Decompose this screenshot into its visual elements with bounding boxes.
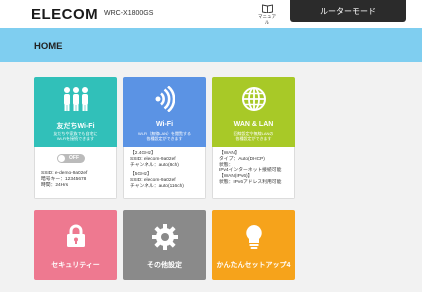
friends-wifi-details: OFF SSID: e-demo-9a02ef 暗号キー：12345678 時間… bbox=[34, 147, 117, 199]
wan-ipv6-state: 状態：IPv6アドレス利用可能 bbox=[219, 179, 282, 185]
page-header: HOME bbox=[0, 28, 422, 62]
friends-wifi-ssid: SSID: e-demo-9a02ef bbox=[41, 171, 88, 176]
people-icon bbox=[63, 87, 88, 111]
page-title: HOME bbox=[34, 41, 63, 52]
security-tile[interactable]: セキュリティー bbox=[34, 210, 117, 280]
model-name: WRC-X1800GS bbox=[104, 10, 154, 17]
wifi-title: Wi-Fi bbox=[155, 121, 174, 128]
wifi-details: 【2.4GHz】 SSID: elecom-9a02ef チャンネル：auto(… bbox=[123, 147, 206, 199]
wan-lan-card[interactable]: WAN & LAN 回線設定や無線LANの 各種設定ができます 【WAN】 タイ… bbox=[212, 77, 295, 199]
lightbulb-icon bbox=[245, 225, 262, 249]
other-settings-label: その他設定 bbox=[147, 262, 182, 269]
manual-label: マニュアル bbox=[258, 14, 276, 25]
main-content: 友だちWi-Fi 友だちや家族でも自宅に Wi-Fiを接続できます OFF SS… bbox=[0, 62, 422, 292]
security-label: セキュリティー bbox=[51, 262, 100, 269]
top-bar: ELECOM WRC-X1800GS マニュアル ルーターモード bbox=[0, 0, 422, 28]
wifi-header[interactable]: Wi-Fi Wi-Fi（無線LAN）を閲覧する 各種設定ができます bbox=[123, 77, 206, 147]
globe-icon bbox=[241, 87, 266, 111]
wifi-signal-icon bbox=[155, 86, 175, 112]
wan-lan-desc-line2: 各種設定ができます bbox=[235, 136, 272, 141]
book-icon bbox=[261, 4, 273, 13]
friends-wifi-description: 友だちや家族でも自宅に Wi-Fiを接続できます bbox=[34, 131, 117, 141]
manual-link[interactable]: マニュアル bbox=[256, 4, 278, 26]
friends-wifi-header[interactable]: 友だちWi-Fi 友だちや家族でも自宅に Wi-Fiを接続できます bbox=[34, 77, 117, 147]
lock-icon bbox=[66, 224, 85, 247]
wan-lan-details: 【WAN】 タイプ：Auto(DHCP) 状態： IPv4インターネット接続可能… bbox=[212, 147, 295, 199]
wifi-card[interactable]: Wi-Fi Wi-Fi（無線LAN）を閲覧する 各種設定ができます 【2.4GH… bbox=[123, 77, 206, 199]
wan-lan-header[interactable]: WAN & LAN 回線設定や無線LANの 各種設定ができます bbox=[212, 77, 295, 147]
wifi-band2-channel: チャンネル：auto(116ch) bbox=[130, 183, 184, 189]
wan-lan-title: WAN & LAN bbox=[233, 121, 274, 128]
easy-setup-tile[interactable]: かんたんセットアップ4 bbox=[212, 210, 295, 280]
friends-wifi-key: 暗号キー：12345678 bbox=[41, 176, 87, 182]
friends-wifi-title: 友だちWi-Fi bbox=[56, 123, 95, 130]
toggle-label: OFF bbox=[69, 155, 79, 161]
router-mode-button[interactable]: ルーターモード bbox=[290, 0, 406, 22]
toggle-knob bbox=[58, 155, 65, 162]
wifi-desc-line2: 各種設定ができます bbox=[146, 136, 183, 141]
elecom-logo: ELECOM bbox=[31, 6, 99, 23]
other-settings-tile[interactable]: その他設定 bbox=[123, 210, 206, 280]
wan-lan-description: 回線設定や無線LANの 各種設定ができます bbox=[212, 131, 295, 141]
wifi-description: Wi-Fi（無線LAN）を閲覧する 各種設定ができます bbox=[123, 131, 206, 141]
gear-icon bbox=[151, 224, 178, 250]
friends-wifi-toggle[interactable]: OFF bbox=[57, 154, 85, 163]
friends-wifi-desc-line2: Wi-Fiを接続できます bbox=[56, 136, 95, 141]
friends-wifi-card[interactable]: 友だちWi-Fi 友だちや家族でも自宅に Wi-Fiを接続できます OFF SS… bbox=[34, 77, 117, 199]
easy-setup-label: かんたんセットアップ4 bbox=[216, 262, 291, 269]
friends-wifi-time: 時間：24Hrs bbox=[41, 182, 69, 188]
